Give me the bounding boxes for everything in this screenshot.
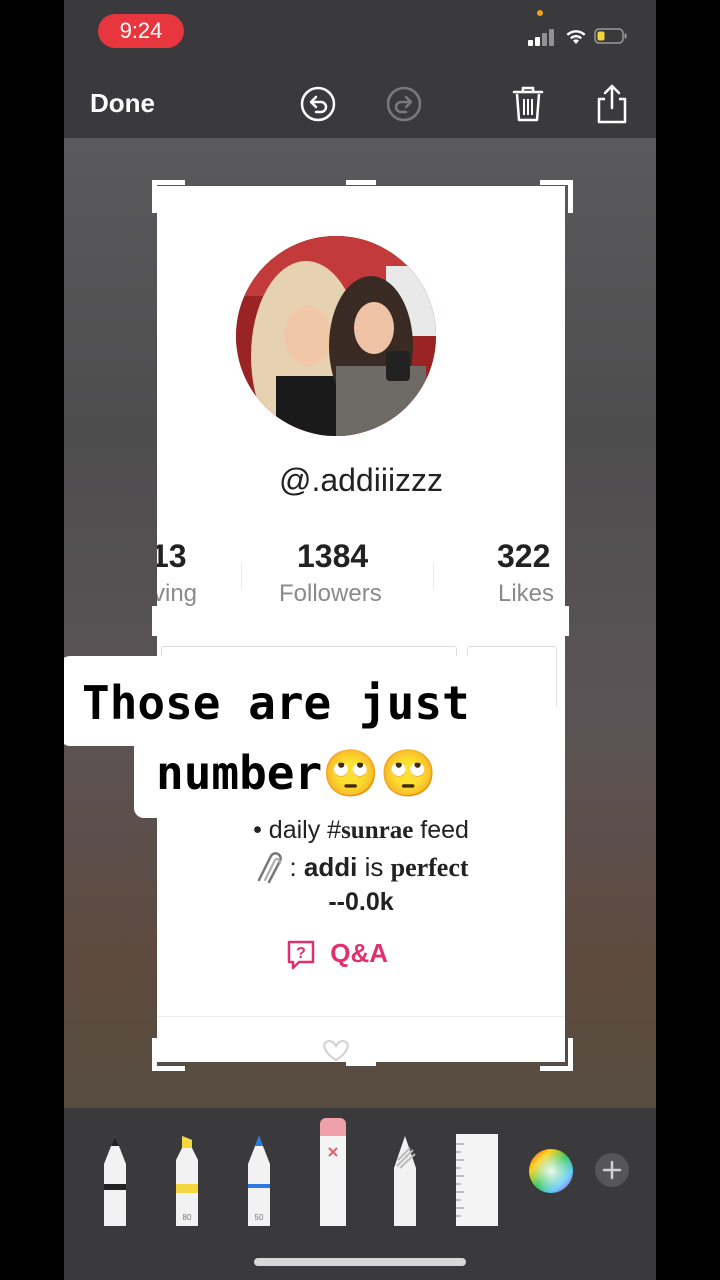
color-picker-icon[interactable] <box>528 1148 574 1194</box>
crop-handle-bottom[interactable] <box>346 1061 376 1066</box>
likes-label: Likes <box>498 580 555 607</box>
followers-count: 1384 <box>297 538 369 574</box>
tab-divider <box>157 1016 565 1017</box>
marker-tool[interactable]: 80 <box>172 1134 202 1226</box>
followers-label: Followers <box>279 580 382 607</box>
crop-handle-left[interactable] <box>152 606 157 636</box>
bio-line-1: • daily #sunrae feed <box>253 816 469 844</box>
qa-speech-icon: ? <box>287 940 315 970</box>
likes-count: 322 <box>497 538 551 574</box>
liked-tab-icon <box>323 1039 349 1062</box>
cellular-signal-icon <box>528 28 556 46</box>
crop-handle-top[interactable] <box>346 180 376 185</box>
markup-top-bar: 9:24 Done <box>64 0 656 138</box>
following-label: ving <box>157 580 198 607</box>
lasso-tool[interactable] <box>390 1134 420 1226</box>
pencil-size-label: 50 <box>255 1213 264 1222</box>
caption-line-1: Those are just <box>82 676 470 730</box>
screenshot-card: @.addiiizzz 13 ving 1384 Followers 322 L… <box>157 186 565 1062</box>
home-indicator[interactable] <box>254 1258 466 1266</box>
profile-avatar <box>236 236 436 436</box>
redo-icon[interactable] <box>382 82 426 126</box>
caption-line-2: number🙄🙄 <box>156 746 437 800</box>
drawing-tools-bar: 80 50 <box>64 1108 656 1280</box>
marker-size-label: 80 <box>183 1213 192 1222</box>
done-button[interactable]: Done <box>90 88 155 119</box>
following-count: 13 <box>157 538 187 574</box>
stat-divider <box>433 564 434 588</box>
stat-divider <box>241 564 242 588</box>
qa-link: ? Q&A <box>285 938 415 974</box>
phone-screen: 9:24 Done @.addiiizzz 13 ving 1384 Follo… <box>64 0 656 1280</box>
bio-line-2: : addi is perfect <box>181 850 541 884</box>
bio-line-3: --0.0k <box>328 888 394 916</box>
battery-icon <box>594 28 627 44</box>
crop-handle-top-right[interactable] <box>540 180 573 213</box>
svg-text:?: ? <box>296 945 306 962</box>
profile-username: @.addiiizzz <box>278 462 444 498</box>
wifi-icon <box>566 30 586 44</box>
pencil-tool[interactable]: 50 <box>244 1134 274 1226</box>
share-icon[interactable] <box>590 82 634 126</box>
privacy-indicator-dot <box>537 10 543 16</box>
undo-icon[interactable] <box>296 82 340 126</box>
plus-icon[interactable] <box>594 1152 630 1188</box>
trash-icon[interactable] <box>506 82 550 126</box>
status-time-pill: 9:24 <box>98 14 184 48</box>
pen-tool[interactable] <box>100 1134 130 1226</box>
crop-handle-bottom-left[interactable] <box>152 1038 185 1071</box>
ruler-tool[interactable] <box>456 1134 498 1226</box>
crop-handle-top-left[interactable] <box>152 180 185 213</box>
status-time: 9:24 <box>119 18 163 43</box>
paperclip-icon <box>258 852 283 884</box>
eraser-tool[interactable] <box>318 1118 348 1226</box>
crop-handle-bottom-right[interactable] <box>540 1038 573 1071</box>
crop-handle-right[interactable] <box>564 606 569 636</box>
